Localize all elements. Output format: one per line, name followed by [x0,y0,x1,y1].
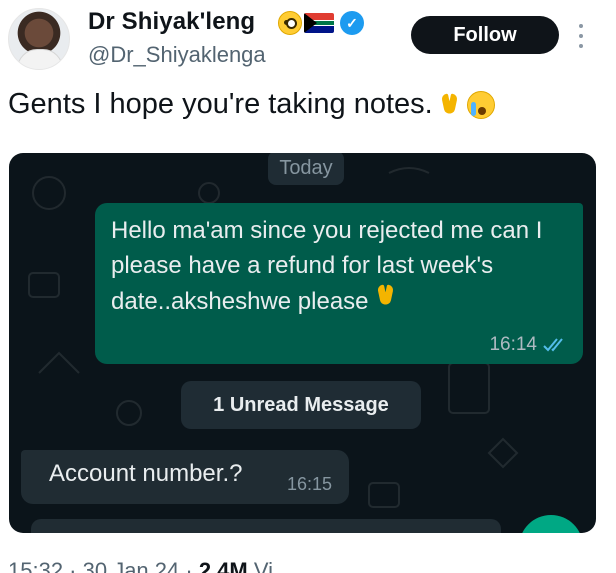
incoming-message[interactable]: Account number.? 16:15 [21,450,349,504]
south-africa-flag-icon [304,13,334,33]
tweet-text-content: Gents I hope you're taking notes. [8,88,433,120]
tweet-meta: 15:32 · 30 Jan 24 · 2.4M Vi [8,558,273,573]
message-time: 16:15 [287,474,333,494]
views-label: Vi [253,558,274,573]
name-emojis: ✓ [278,10,364,36]
tweet-timestamp[interactable]: 15:32 · 30 Jan 24 · [8,558,193,573]
display-name[interactable]: Dr Shiyak'leng [88,8,255,36]
partial-message-bubble [31,519,501,533]
avatar[interactable] [8,8,70,70]
verified-badge-icon: ✓ [340,11,364,35]
outgoing-message-meta: 16:14 [489,334,569,356]
folded-hands-icon [437,92,463,118]
read-ticks-icon [543,338,563,352]
chat-screenshot-image[interactable]: Today Hello ma'am since you rejected me … [9,153,596,533]
unread-messages-chip: 1 Unread Message [181,381,421,429]
message-time: 16:14 [489,334,537,355]
incoming-message-text: Account number.? [49,460,243,487]
tweet-header: Dr Shiyak'leng ✓ @Dr_Shiyaklenga Follow [0,0,616,80]
date-chip: Today [268,153,344,185]
crying-face-icon [466,90,495,119]
tweet-text: Gents I hope you're taking notes. [8,88,495,121]
view-count: 2.4M [198,558,248,573]
follow-button[interactable]: Follow [411,16,559,54]
outgoing-message-text: Hello ma'am since you rejected me can I … [111,213,551,319]
user-handle[interactable]: @Dr_Shiyaklenga [88,42,266,68]
face-with-monocle-icon [278,11,302,35]
outgoing-message-content: Hello ma'am since you rejected me can I … [111,217,543,315]
more-icon[interactable] [576,24,586,48]
folded-hands-icon [373,283,399,309]
outgoing-message[interactable]: Hello ma'am since you rejected me can I … [95,203,583,364]
